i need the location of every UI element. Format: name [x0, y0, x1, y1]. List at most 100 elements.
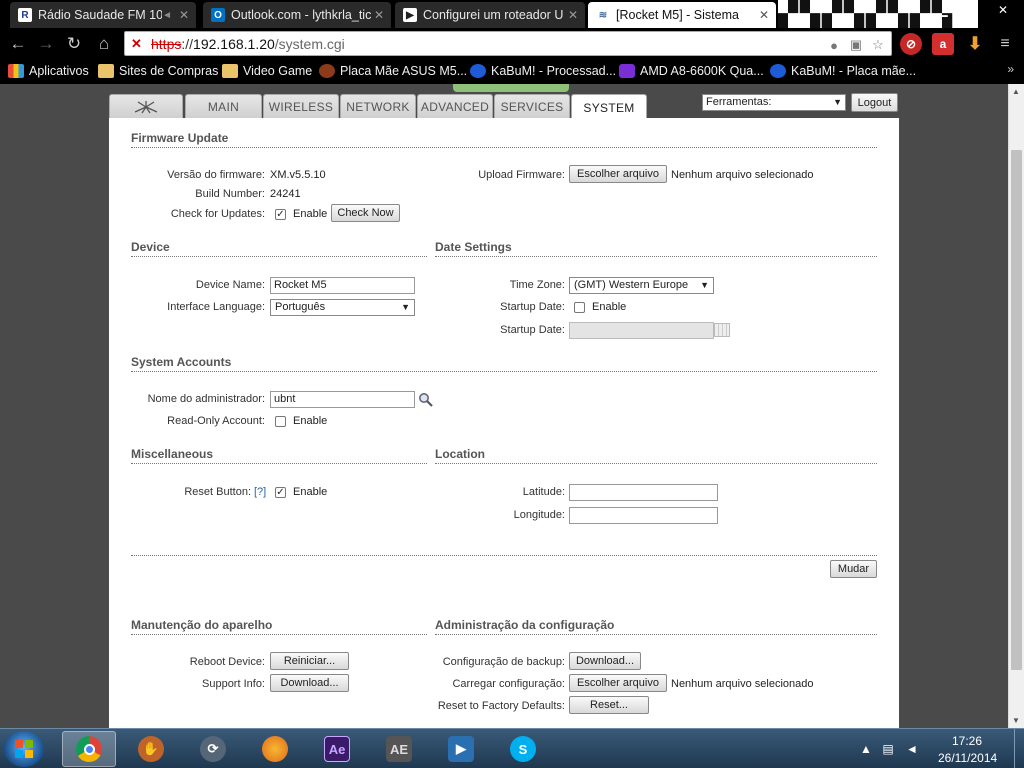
- ubnt-logo-icon: [134, 101, 158, 114]
- taskbar-ae-render[interactable]: AE: [372, 731, 426, 767]
- firmware-version-label: Versão do firmware:: [167, 169, 265, 181]
- read-only-account-checkbox[interactable]: [275, 416, 286, 427]
- device-name-field[interactable]: Rocket M5: [270, 277, 415, 294]
- forward-arrow-icon[interactable]: →: [34, 32, 58, 56]
- firmware-version-value: XM.v5.5.10: [270, 169, 326, 181]
- back-arrow-icon[interactable]: ←: [6, 32, 30, 56]
- change-button[interactable]: Mudar: [830, 560, 877, 578]
- kabum-favicon-icon: [770, 64, 786, 78]
- factory-reset-button[interactable]: Reset...: [569, 696, 649, 714]
- logout-button[interactable]: Logout: [851, 93, 898, 112]
- home-icon[interactable]: ⌂: [92, 32, 116, 56]
- adblock-extension-icon[interactable]: ⊘: [900, 33, 922, 55]
- insecure-lock-icon[interactable]: ✕: [131, 36, 147, 52]
- maximize-icon[interactable]: ❐: [956, 0, 982, 20]
- tab-main[interactable]: MAIN: [185, 94, 262, 119]
- tab-wireless[interactable]: WIRELESS: [263, 94, 339, 119]
- close-tab-icon[interactable]: ✕: [176, 8, 192, 22]
- time-zone-select[interactable]: (GMT) Western Europe ▼: [569, 277, 714, 294]
- show-desktop-button[interactable]: [1014, 729, 1024, 768]
- after-effects-icon: Ae: [324, 736, 350, 762]
- reset-button-checkbox[interactable]: ✓: [275, 487, 286, 498]
- tab-title: [Rocket M5] - Sistema: [616, 8, 739, 22]
- tab-logo[interactable]: [109, 94, 183, 119]
- section-title-firmware: Firmware Update: [131, 131, 229, 145]
- taskbar-skype[interactable]: S: [496, 731, 550, 767]
- page-scrollbar[interactable]: ▲ ▼: [1008, 84, 1024, 728]
- skype-icon: S: [510, 736, 536, 762]
- reset-button-label: Reset Button:: [184, 486, 251, 498]
- bookmark-kabum-processador[interactable]: KaBuM! - Processad...: [470, 62, 616, 80]
- admin-name-field[interactable]: ubnt: [270, 391, 415, 408]
- startup-date-field: [569, 322, 714, 339]
- start-button[interactable]: [4, 731, 44, 767]
- tray-expand-icon[interactable]: ▲: [858, 741, 874, 757]
- choose-firmware-file-button[interactable]: Escolher arquivo: [569, 165, 667, 183]
- choose-config-file-button[interactable]: Escolher arquivo: [569, 674, 667, 692]
- longitude-field[interactable]: [569, 507, 718, 524]
- upload-firmware-label: Upload Firmware:: [478, 169, 565, 181]
- close-window-icon[interactable]: ✕: [982, 0, 1024, 20]
- support-info-download-button[interactable]: Download...: [270, 674, 349, 692]
- avira-extension-icon[interactable]: a: [932, 33, 954, 55]
- page-viewport: MAIN WIRELESS NETWORK ADVANCED SERVICES …: [0, 84, 1008, 728]
- taskbar-ubnt-discovery[interactable]: ⟳: [186, 731, 240, 767]
- scroll-up-icon[interactable]: ▲: [1012, 87, 1020, 96]
- microphone-icon[interactable]: ●: [825, 36, 843, 54]
- magnifier-key-icon[interactable]: [418, 392, 434, 408]
- latitude-field[interactable]: [569, 484, 718, 501]
- taskbar-after-effects[interactable]: Ae: [310, 731, 364, 767]
- taskbar-media-player[interactable]: ▶: [434, 731, 488, 767]
- scrollbar-thumb[interactable]: [1011, 150, 1022, 670]
- check-updates-checkbox[interactable]: ✓: [275, 209, 286, 220]
- section-divider: [435, 256, 877, 257]
- bookmarks-bar: Aplicativos Sites de Compras Video Game …: [0, 59, 1024, 83]
- menu-icon[interactable]: ≡: [994, 33, 1016, 55]
- tab-network[interactable]: NETWORK: [340, 94, 416, 119]
- startup-date-checkbox[interactable]: [574, 302, 585, 313]
- section-title-configuration: Administração da configuração: [435, 618, 615, 632]
- bookmark-kabum-placa-mae[interactable]: KaBuM! - Placa mãe...: [770, 62, 916, 80]
- bookmark-placa-mae-asus[interactable]: Placa Mãe ASUS M5...: [319, 62, 467, 80]
- clock-date[interactable]: 26/11/2014: [938, 751, 997, 765]
- bookmark-aplicativos[interactable]: Aplicativos: [8, 62, 89, 80]
- tab-advanced[interactable]: ADVANCED: [417, 94, 493, 119]
- close-tab-icon[interactable]: ✕: [756, 8, 772, 22]
- network-icon[interactable]: ▤: [880, 741, 896, 757]
- check-now-button[interactable]: Check Now: [331, 204, 400, 222]
- tab-system[interactable]: SYSTEM: [571, 94, 647, 120]
- tab-rocket-m5[interactable]: ≋ [Rocket M5] - Sistema ✕: [588, 2, 776, 28]
- download-icon[interactable]: ⬇: [964, 33, 986, 55]
- bookmark-video-game[interactable]: Video Game: [222, 62, 312, 80]
- section-title-system-accounts: System Accounts: [131, 355, 232, 369]
- tab-services[interactable]: SERVICES: [494, 94, 570, 119]
- tools-dropdown[interactable]: Ferramentas: ▼: [702, 94, 846, 111]
- ubnt-favicon-icon: ≋: [598, 9, 608, 21]
- tab-configurei-roteador[interactable]: ▶ Configurei um roteador U ✕: [395, 2, 585, 28]
- backup-download-button[interactable]: Download...: [569, 652, 641, 670]
- minimize-icon[interactable]: ▁: [930, 0, 956, 20]
- taskbar-chrome[interactable]: [62, 731, 116, 767]
- close-tab-icon[interactable]: ✕: [565, 8, 581, 22]
- taskbar-firefox[interactable]: [248, 731, 302, 767]
- scroll-down-icon[interactable]: ▼: [1012, 716, 1020, 725]
- address-bar[interactable]: ✕ https://192.168.1.20/system.cgi ● ▣ ☆: [124, 31, 892, 56]
- taskbar-gimp[interactable]: ✋: [124, 731, 178, 767]
- bookmark-sites-de-compras[interactable]: Sites de Compras: [98, 62, 218, 80]
- volume-icon[interactable]: ◄: [904, 741, 920, 757]
- longitude-label: Longitude:: [513, 509, 565, 521]
- reload-icon[interactable]: ↻: [62, 32, 86, 56]
- bookmark-amd-a8[interactable]: AMD A8-6600K Qua...: [619, 62, 764, 80]
- windows-logo-icon: [15, 740, 33, 758]
- close-tab-icon[interactable]: ✕: [371, 8, 387, 22]
- bookmarks-overflow-icon[interactable]: »: [1007, 62, 1014, 76]
- section-divider: [131, 371, 877, 372]
- interface-language-select[interactable]: Português ▼: [270, 299, 415, 316]
- star-bookmark-icon[interactable]: ☆: [869, 36, 887, 54]
- reset-button-help-link[interactable]: [?]: [254, 486, 266, 498]
- tab-outlook[interactable]: O Outlook.com - lythkrla_tic ✕: [203, 2, 391, 28]
- tab-radio-saudade[interactable]: R Rádio Saudade FM 100. ◄ ✕: [10, 2, 196, 28]
- clock-time[interactable]: 17:26: [952, 734, 982, 748]
- reboot-button[interactable]: Reiniciar...: [270, 652, 349, 670]
- translate-icon[interactable]: ▣: [847, 36, 865, 54]
